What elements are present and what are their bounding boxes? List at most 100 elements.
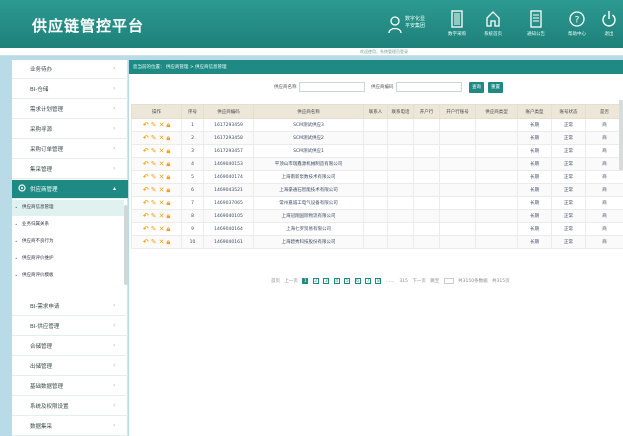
- sidebar-sub-supplier-info[interactable]: • 供应商信息管理: [12, 200, 124, 216]
- sidebar-item-base-data[interactable]: 基础数据管理 ›: [12, 377, 128, 396]
- supplier-code: 1469037065: [203, 196, 254, 210]
- row-index: 9: [181, 222, 204, 236]
- page-number[interactable]: 4: [333, 278, 340, 284]
- sidebar-item-supplier-mgmt[interactable]: 供应商管理 ▴: [12, 180, 128, 199]
- delete-icon[interactable]: ✕: [159, 186, 165, 194]
- lock-icon[interactable]: 🔒︎: [166, 199, 170, 207]
- query-button[interactable]: 查询: [469, 82, 484, 93]
- table-row[interactable]: ↶ ✎ ✕ 🔒︎ 5 1469040174 上海南新泵数技术有限公司 长期 正常商: [131, 170, 623, 184]
- edit-icon[interactable]: ✎: [151, 160, 157, 168]
- edit-icon[interactable]: ✎: [151, 121, 157, 129]
- edit-icon[interactable]: ✎: [151, 173, 157, 181]
- edit-icon[interactable]: ✎: [151, 186, 157, 194]
- user-menu[interactable]: 数字化显 平安集团: [388, 14, 436, 36]
- undo-icon[interactable]: ↶: [143, 186, 149, 194]
- lock-icon[interactable]: 🔒︎: [166, 160, 170, 168]
- sidebar-item-bi-demand[interactable]: BI-需求申请 ›: [12, 297, 128, 316]
- undo-icon[interactable]: ↶: [143, 212, 149, 220]
- delete-icon[interactable]: ✕: [159, 199, 165, 207]
- supplier-name-input[interactable]: [299, 82, 365, 92]
- sidebar-item-purchase-order[interactable]: 采购订单管理 ›: [12, 140, 128, 159]
- sidebar-sub-evaluation-template[interactable]: • 供应商评价模板: [12, 268, 124, 284]
- table-row[interactable]: ↶ ✎ ✕ 🔒︎ 3 1617293457 SCM测试供应1 长期 正常商: [131, 144, 623, 158]
- table-row[interactable]: ↶ ✎ ✕ 🔒︎ 4 1469040153 平顶山市瑞鑫源机械制造有限公司 长期 正常商: [131, 157, 623, 171]
- sidebar-sub-business-relation[interactable]: • 业务归属关系: [12, 217, 124, 233]
- delete-icon[interactable]: ✕: [159, 212, 165, 220]
- undo-icon[interactable]: ↶: [143, 147, 149, 155]
- header-button-digital-procurement[interactable]: 数字采购: [440, 10, 474, 42]
- sidebar-sub-evaluation[interactable]: • 供应商评价维护: [12, 251, 124, 267]
- column-header: 联系人: [363, 104, 388, 119]
- chevron-right-icon: ›: [113, 165, 116, 172]
- row-index: 5: [181, 170, 204, 184]
- undo-icon[interactable]: ↶: [143, 121, 149, 129]
- first-page-link[interactable]: 首页: [271, 278, 280, 284]
- edit-icon[interactable]: ✎: [151, 147, 157, 155]
- sidebar-item-warehouse[interactable]: 合储管理 ›: [12, 337, 128, 356]
- delete-icon[interactable]: ✕: [159, 238, 165, 246]
- row-actions: ↶ ✎ ✕ 🔒︎: [131, 209, 182, 223]
- edit-icon[interactable]: ✎: [151, 212, 157, 220]
- delete-icon[interactable]: ✕: [159, 134, 165, 142]
- delete-icon[interactable]: ✕: [159, 173, 165, 181]
- table-row[interactable]: ↶ ✎ ✕ 🔒︎ 6 1469043521 上海豪通石智能技术有限公司 长期 正常商: [131, 183, 623, 197]
- undo-icon[interactable]: ↶: [143, 134, 149, 142]
- lock-icon[interactable]: 🔒︎: [166, 173, 170, 181]
- undo-icon[interactable]: ↶: [143, 238, 149, 246]
- sidebar-item-bi-supply[interactable]: BI-供应管理 ›: [12, 317, 128, 336]
- undo-icon[interactable]: ↶: [143, 160, 149, 168]
- sidebar-item-outbound[interactable]: 出储管理 ›: [12, 357, 128, 376]
- edit-icon[interactable]: ✎: [151, 238, 157, 246]
- header-button-logout[interactable]: 退出: [595, 10, 623, 42]
- delete-icon[interactable]: ✕: [159, 225, 165, 233]
- undo-icon[interactable]: ↶: [143, 173, 149, 181]
- prev-page-link[interactable]: 上一页: [284, 278, 298, 284]
- sidebar-item-centralized[interactable]: 集采管理 ›: [12, 160, 128, 179]
- lock-icon[interactable]: 🔒︎: [166, 225, 170, 233]
- edit-icon[interactable]: ✎: [151, 134, 157, 142]
- last-page-number[interactable]: 315: [399, 279, 408, 284]
- page-number[interactable]: 8: [375, 278, 382, 284]
- table-row[interactable]: ↶ ✎ ✕ 🔒︎ 10 1469040161 上海碧秀科技股份有限公司 长期 正常商: [131, 235, 623, 249]
- header-button-help[interactable]: ? 帮助中心: [560, 10, 594, 42]
- delete-icon[interactable]: ✕: [159, 160, 165, 168]
- reset-button[interactable]: 重置: [488, 82, 503, 93]
- lock-icon[interactable]: 🔒︎: [166, 147, 170, 155]
- table-row[interactable]: ↶ ✎ ✕ 🔒︎ 9 1469040164 上海七罗贸易有限公司 长期 正常商: [131, 222, 623, 236]
- sidebar-item-todo[interactable]: 业务待办 ›: [12, 60, 128, 79]
- delete-icon[interactable]: ✕: [159, 121, 165, 129]
- sidebar-item-sourcing[interactable]: 采购寻源 ›: [12, 120, 128, 139]
- undo-icon[interactable]: ↶: [143, 225, 149, 233]
- page-number[interactable]: 1: [302, 278, 309, 284]
- page-number[interactable]: 2: [312, 278, 319, 284]
- table-row[interactable]: ↶ ✎ ✕ 🔒︎ 8 1469040105 上海冠翔国际物流有限公司 长期 正常商: [131, 209, 623, 223]
- supplier-code-input[interactable]: [396, 82, 462, 92]
- lock-icon[interactable]: 🔒︎: [166, 238, 170, 246]
- lock-icon[interactable]: 🔒︎: [166, 186, 170, 194]
- sidebar-item-demand-plan[interactable]: 需求计划管理 ›: [12, 100, 128, 119]
- sidebar-item-system-settings[interactable]: 系统及权限设置 ›: [12, 397, 128, 416]
- undo-icon[interactable]: ↶: [143, 199, 149, 207]
- page-number[interactable]: 6: [354, 278, 361, 284]
- header-button-notice[interactable]: 通知公告: [519, 10, 553, 42]
- edit-icon[interactable]: ✎: [151, 199, 157, 207]
- lock-icon[interactable]: 🔒︎: [166, 134, 170, 142]
- sidebar-sub-bad-behavior[interactable]: • 供应商不良行为: [12, 234, 124, 250]
- sidebar-item-data-collect[interactable]: 数据集采 ›: [12, 417, 128, 436]
- edit-icon[interactable]: ✎: [151, 225, 157, 233]
- page-number[interactable]: 5: [344, 278, 351, 284]
- sidebar-scrollbar[interactable]: [124, 205, 128, 285]
- table-row[interactable]: ↶ ✎ ✕ 🔒︎ 2 1617293458 SCM测试供应2 长期 正常商: [131, 131, 623, 145]
- next-page-link[interactable]: 下一页: [412, 278, 426, 284]
- lock-icon[interactable]: 🔒︎: [166, 121, 170, 129]
- page-number[interactable]: 7: [365, 278, 371, 284]
- sidebar-item-bi-storage[interactable]: BI-仓储 ›: [12, 80, 128, 99]
- table-row[interactable]: ↶ ✎ ✕ 🔒︎ 1 1617293459 SCM测试供应3 长期 正常商: [131, 118, 623, 132]
- goto-page-input[interactable]: [443, 278, 454, 284]
- table-row[interactable]: ↶ ✎ ✕ 🔒︎ 7 1469037065 常州嘉诚工电气设备有限公司 长期 正常商: [131, 196, 623, 210]
- lock-icon[interactable]: 🔒︎: [166, 212, 170, 220]
- delete-icon[interactable]: ✕: [159, 147, 165, 155]
- page-scrollbar[interactable]: [619, 100, 623, 170]
- page-number[interactable]: 3: [323, 278, 330, 284]
- header-button-home[interactable]: 系统首页: [476, 10, 510, 42]
